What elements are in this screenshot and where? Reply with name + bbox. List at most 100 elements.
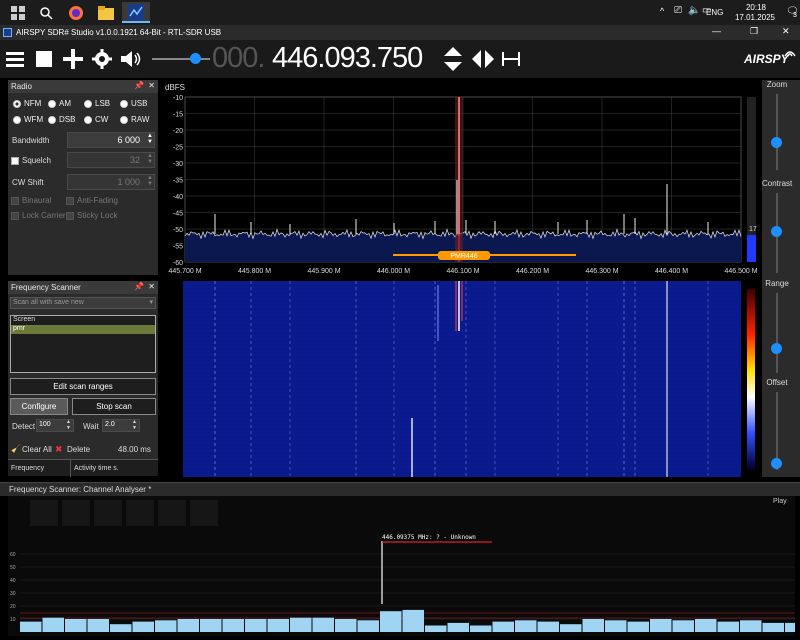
list-item-selected[interactable]: pmr [11,325,155,334]
speaker-icon[interactable] [119,46,145,72]
stop-icon[interactable] [35,46,53,72]
analyser-bar [470,625,492,632]
spectrum-y-tick: -10 [173,95,183,102]
anti-fading-checkbox[interactable]: Anti-Fading [66,196,118,205]
mode-nfm[interactable]: NFM [13,99,41,108]
add-icon[interactable] [62,46,84,72]
radio-dot[interactable] [120,99,128,108]
bandwidth-input[interactable]: 6 000 [67,132,155,148]
gear-icon[interactable] [91,46,113,72]
channel-analyser[interactable]: Play 60 50 40 30 20 10 446.09375 MHz: ? - Unk… [8,496,795,636]
minimize-button[interactable]: — [712,26,721,36]
clock-time[interactable]: 20:18 [736,3,776,12]
volume-icon[interactable]: 🔈 [688,5,700,16]
pin-icon[interactable]: 📌 [134,282,144,291]
band-plan-label: PMR446 [450,253,477,260]
spectrum-y-tick: -40 [173,194,183,201]
menu-icon[interactable] [5,46,25,72]
scan-range-list[interactable]: Screen pmr [10,315,156,373]
scan-mode-select[interactable]: Scan all with save new ▾ [10,297,156,309]
waterfall-view[interactable] [163,281,760,477]
volume-slider[interactable] [152,58,210,60]
center-frequency-icon[interactable] [502,52,520,68]
start-icon[interactable] [4,2,32,23]
network-icon[interactable]: ⎚ [674,5,682,16]
close-button[interactable]: ✕ [782,26,790,37]
mode-cw[interactable]: CW [84,115,108,124]
radio-dot[interactable] [84,115,92,124]
analyser-history-cell [126,500,154,526]
radio-dot[interactable] [48,115,56,124]
tune-step-icon[interactable] [444,47,462,73]
contrast-slider-thumb[interactable] [771,226,782,237]
range-slider[interactable] [776,293,778,373]
stop-scan-button[interactable]: Stop scan [72,398,156,415]
sdr-app-icon[interactable] [122,2,150,23]
lock-carrier-checkbox[interactable]: Lock Carrier [11,211,66,220]
file-explorer-icon[interactable] [92,2,120,23]
sticky-lock-checkbox[interactable]: Sticky Lock [66,211,117,220]
panel-close-icon[interactable]: ✕ [148,282,155,291]
tune-left-right-icon[interactable] [472,50,494,70]
zoom-slider[interactable] [776,94,778,170]
radio-dot[interactable] [84,99,92,108]
tray-chevron-icon[interactable]: ^ [660,6,664,16]
range-slider-thumb[interactable] [771,343,782,354]
delete-button[interactable]: Delete [67,445,90,454]
detect-spin-icon[interactable]: ▲ ▼ [66,419,71,431]
spectrum-view[interactable]: dBFS -10 -15 -20 -25 -30 -35 -40 -45 -50 -55 -60 44… [163,80,760,280]
search-icon[interactable] [32,2,60,23]
squelch-spin-icon[interactable]: ▲ ▼ [147,153,153,165]
radio-dot[interactable] [13,115,21,124]
analyser-bar [582,619,604,632]
squelch-checkbox[interactable]: Squelch [11,156,51,165]
column-divider [70,460,71,477]
spectrum-plot[interactable]: -10 -15 -20 -25 -30 -35 -40 -45 -50 -55 -60445.700… [163,80,760,280]
checkbox-box[interactable] [66,211,74,220]
offset-slider-thumb[interactable] [771,458,782,469]
volume-slider-thumb[interactable] [190,53,201,64]
clock-date[interactable]: 17.01.2025 [728,13,782,22]
mode-am[interactable]: AM [48,99,71,108]
checkbox-box[interactable] [11,196,19,205]
binaural-checkbox[interactable]: Binaural [11,196,51,205]
configure-button[interactable]: Configure [10,398,68,415]
analyser-plot[interactable]: 60 50 40 30 20 10 [8,496,795,636]
broom-icon[interactable]: 🧹 [11,444,21,453]
analyser-bar [740,620,762,632]
panel-close-icon[interactable]: ✕ [148,81,155,90]
frequency-leading-digits[interactable]: 000. [212,42,265,75]
checkbox-box[interactable] [66,196,74,205]
cw-shift-spin-icon[interactable]: ▲ ▼ [147,175,153,187]
radio-dot[interactable] [48,99,56,108]
bandwidth-spin-icon[interactable]: ▲ ▼ [147,133,153,145]
waterfall-plot[interactable] [163,281,760,477]
radio-dot[interactable] [120,115,128,124]
mode-wfm[interactable]: WFM [13,115,43,124]
wait-spin-icon[interactable]: ▲ ▼ [132,419,137,431]
squelch-input[interactable]: 32 [67,152,155,168]
mode-raw[interactable]: RAW [120,115,149,124]
language-indicator[interactable]: ENG [706,8,723,17]
cw-shift-input[interactable]: 1 000 [67,174,155,190]
zoom-slider-thumb[interactable] [771,137,782,148]
delete-icon[interactable]: ✖ [55,444,63,455]
radio-dot[interactable] [13,99,21,108]
mode-usb[interactable]: USB [120,99,147,108]
checkbox-box[interactable] [11,156,19,165]
column-frequency[interactable]: Frequency [11,465,44,472]
column-activity[interactable]: Activity time s. [74,465,119,472]
chevron-down-icon[interactable]: ▾ [149,298,153,306]
pin-icon[interactable]: 📌 [134,81,144,90]
analyser-bar [492,621,514,632]
contrast-label: Contrast [762,179,793,188]
checkbox-box[interactable] [11,211,19,220]
mode-dsb[interactable]: DSB [48,115,75,124]
list-item[interactable]: Screen [11,316,155,325]
clear-all-button[interactable]: Clear All [22,445,52,454]
edit-scan-ranges-button[interactable]: Edit scan ranges [10,378,156,395]
mode-lsb[interactable]: LSB [84,99,110,108]
maximize-button[interactable]: ❐ [750,26,758,37]
frequency-display[interactable]: 446.093.750 [272,42,423,75]
firefox-icon[interactable] [62,2,90,23]
